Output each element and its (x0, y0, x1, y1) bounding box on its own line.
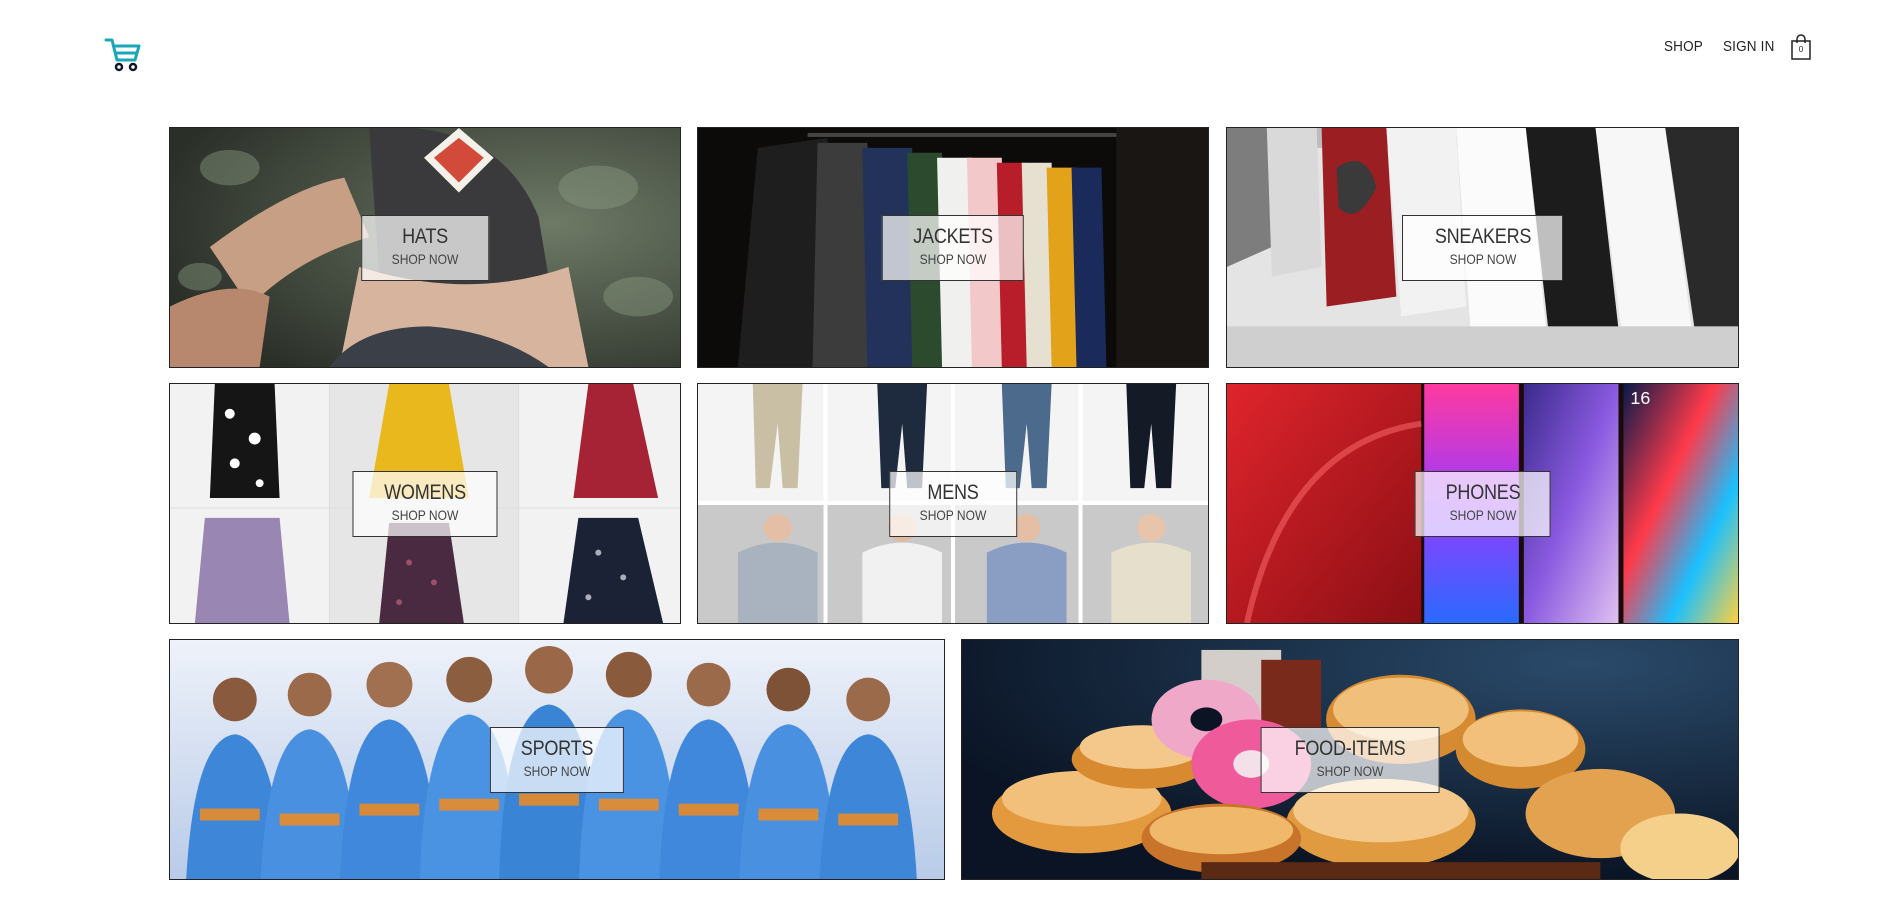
menu-item-title: SNEAKERS (1434, 224, 1531, 248)
menu-item-title: PHONES (1445, 480, 1520, 504)
shop-now-link[interactable]: SHOP NOW (920, 506, 987, 524)
directory-menu: HATS SHOP NOW JACKETS SHOP NOW SNEAKERS … (0, 0, 1893, 900)
shop-now-link[interactable]: SHOP NOW (1445, 506, 1520, 524)
menu-item-hats[interactable]: HATS SHOP NOW (169, 127, 681, 368)
menu-item-title: HATS (402, 224, 448, 248)
menu-item-title: SPORTS (520, 736, 594, 760)
menu-item-title: FOOD-ITEMS (1294, 736, 1406, 760)
shop-now-link[interactable]: SHOP NOW (392, 250, 459, 268)
menu-item-sneakers[interactable]: SNEAKERS SHOP NOW (1226, 127, 1739, 368)
menu-item-title: JACKETS (913, 224, 993, 248)
menu-item-title: WOMENS (384, 480, 466, 504)
shop-now-link[interactable]: SHOP NOW (1295, 762, 1406, 780)
menu-item-label-box: WOMENS SHOP NOW (352, 470, 498, 537)
shop-now-link[interactable]: SHOP NOW (521, 762, 593, 780)
shop-now-link[interactable]: SHOP NOW (384, 506, 466, 524)
menu-item-label-box: SPORTS SHOP NOW (489, 726, 625, 793)
menu-item-sports[interactable]: SPORTS SHOP NOW (169, 639, 945, 880)
menu-item-jackets[interactable]: JACKETS SHOP NOW (697, 127, 1209, 368)
shop-now-link[interactable]: SHOP NOW (1434, 250, 1530, 268)
menu-item-phones[interactable]: 16 PHONES SHOP NOW (1226, 383, 1739, 624)
menu-item-mens[interactable]: MENS SHOP NOW (697, 383, 1209, 624)
menu-item-label-box: FOOD-ITEMS SHOP NOW (1260, 726, 1440, 793)
menu-item-label-box: JACKETS SHOP NOW (881, 214, 1025, 281)
menu-item-label-box: MENS SHOP NOW (889, 470, 1017, 537)
menu-item-label-box: HATS SHOP NOW (361, 214, 489, 281)
menu-item-womens[interactable]: WOMENS SHOP NOW (169, 383, 681, 624)
menu-item-title: MENS (927, 480, 979, 504)
menu-item-label-box: PHONES SHOP NOW (1414, 470, 1551, 537)
menu-item-food-items[interactable]: FOOD-ITEMS SHOP NOW (961, 639, 1739, 880)
shop-now-link[interactable]: SHOP NOW (913, 250, 992, 268)
menu-item-label-box: SNEAKERS SHOP NOW (1401, 214, 1564, 281)
svg-text:16: 16 (1630, 388, 1650, 408)
